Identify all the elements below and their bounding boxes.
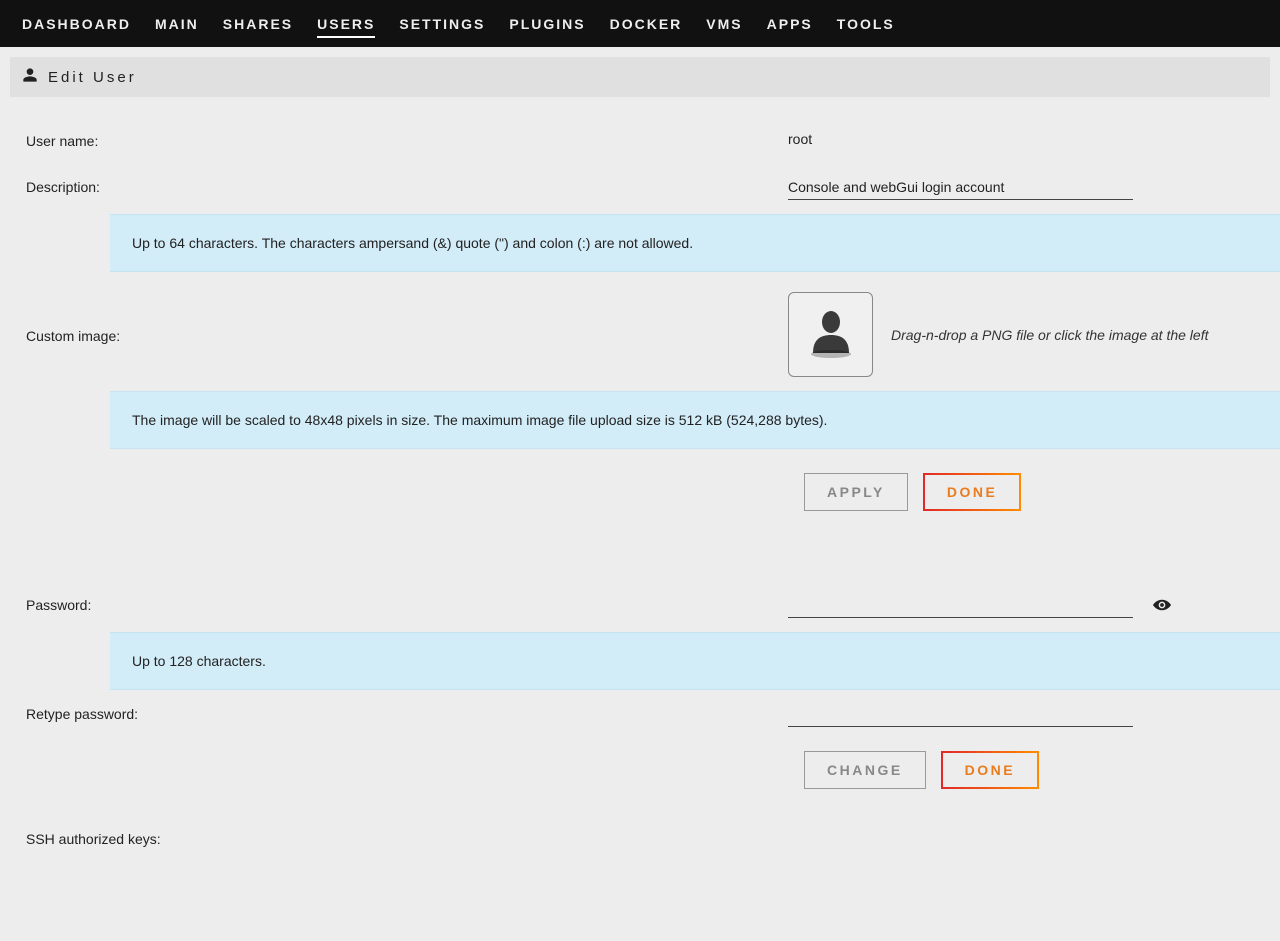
user-icon <box>22 67 38 87</box>
nav-shares[interactable]: SHARES <box>211 4 305 44</box>
customimage-label: Custom image: <box>26 326 788 344</box>
avatar-upload[interactable] <box>788 292 873 377</box>
nav-vms[interactable]: VMS <box>694 4 754 44</box>
username-label: User name: <box>26 131 788 149</box>
username-value: root <box>788 131 1270 147</box>
customimage-hint: Drag-n-drop a PNG file or click the imag… <box>891 327 1208 343</box>
button-row-1: APPLY DONE <box>804 449 1270 521</box>
apply-button[interactable]: APPLY <box>804 473 908 511</box>
row-username: User name: root <box>26 117 1270 163</box>
done-button-2[interactable]: DONE <box>941 751 1039 789</box>
ssh-label: SSH authorized keys: <box>26 829 788 847</box>
nav-users[interactable]: USERS <box>305 4 387 44</box>
customimage-help: The image will be scaled to 48x48 pixels… <box>110 391 1280 449</box>
password-label: Password: <box>26 595 788 613</box>
change-button[interactable]: CHANGE <box>804 751 926 789</box>
nav-docker[interactable]: DOCKER <box>598 4 695 44</box>
avatar-placeholder-icon <box>803 305 859 364</box>
nav-plugins[interactable]: PLUGINS <box>497 4 597 44</box>
retype-password-input[interactable] <box>788 704 1133 727</box>
description-help: Up to 64 characters. The characters ampe… <box>110 214 1280 272</box>
row-password: Password: <box>26 581 1270 632</box>
row-retype-password: Retype password: <box>26 690 1270 741</box>
top-nav: DASHBOARD MAIN SHARES USERS SETTINGS PLU… <box>0 0 1280 47</box>
description-input[interactable] <box>788 177 1133 200</box>
nav-dashboard[interactable]: DASHBOARD <box>10 4 143 44</box>
nav-main[interactable]: MAIN <box>143 4 211 44</box>
done-button[interactable]: DONE <box>923 473 1021 511</box>
button-row-2: CHANGE DONE <box>804 741 1270 799</box>
page-title-bar: Edit User <box>10 57 1270 97</box>
retype-label: Retype password: <box>26 704 788 722</box>
row-ssh-keys: SSH authorized keys: <box>26 799 1270 861</box>
row-custom-image: Custom image: Drag-n-drop a PNG file or … <box>26 272 1270 391</box>
password-input[interactable] <box>788 595 1133 618</box>
nav-apps[interactable]: APPS <box>755 4 825 44</box>
page-title: Edit User <box>48 69 137 86</box>
row-description: Description: <box>26 163 1270 214</box>
nav-tools[interactable]: TOOLS <box>825 4 907 44</box>
nav-settings[interactable]: SETTINGS <box>387 4 497 44</box>
toggle-password-icon[interactable] <box>1153 596 1171 617</box>
password-help: Up to 128 characters. <box>110 632 1280 690</box>
description-label: Description: <box>26 177 788 195</box>
